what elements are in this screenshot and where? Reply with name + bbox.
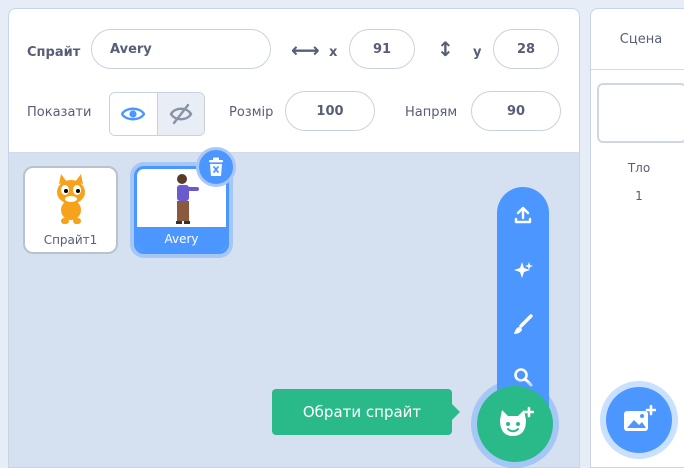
visibility-toggle: [109, 92, 205, 136]
avery-sprite-icon: [176, 174, 199, 224]
sprite-tile-label: Спрайт1: [43, 233, 98, 247]
show-label: Показати: [27, 105, 92, 120]
paint-icon: [514, 314, 533, 334]
delete-sprite-button[interactable]: [196, 147, 236, 187]
choose-sprite-tooltip: Обрати спрайт: [272, 389, 460, 435]
surprise-icon: [514, 262, 533, 278]
y-label: y: [473, 45, 482, 60]
hide-button[interactable]: [156, 93, 204, 135]
upload-icon: [514, 206, 532, 224]
backdrops-count: 1: [635, 189, 643, 203]
size-label: Розмір: [229, 105, 274, 120]
backdrop-plus-icon: [624, 405, 656, 431]
stage-thumbnail[interactable]: [597, 83, 684, 143]
y-input[interactable]: 28: [493, 29, 559, 69]
upload-sprite-button[interactable]: [497, 197, 549, 233]
stage-pane: Сцена Тло 1: [590, 8, 684, 468]
direction-input[interactable]: 90: [471, 91, 561, 131]
direction-label: Напрям: [405, 105, 458, 120]
sprite-tile-label: Avery: [137, 227, 226, 251]
x-input[interactable]: 91: [349, 29, 415, 69]
cat-plus-icon: [500, 406, 534, 436]
choose-backdrop-button[interactable]: [606, 387, 672, 453]
add-sprite-menu: [497, 187, 549, 409]
sprite-info-panel: Спрайт Avery ⟷ x 91 ↕ y 28 Показати Розм…: [9, 9, 579, 153]
size-input[interactable]: 100: [285, 91, 375, 131]
x-label: x: [329, 45, 338, 60]
choose-sprite-button[interactable]: [477, 386, 553, 462]
cat-sprite-icon: [57, 174, 85, 224]
stage-header: Сцена: [591, 9, 684, 70]
horizontal-arrows-icon: ⟷: [291, 38, 320, 62]
vertical-arrows-icon: ↕: [437, 37, 454, 61]
sprite-label: Спрайт: [27, 45, 81, 60]
backdrops-label: Тло: [627, 161, 651, 175]
sprite-tile[interactable]: Спрайт1: [23, 166, 118, 254]
surprise-sprite-button[interactable]: [497, 253, 549, 289]
trash-icon: [209, 157, 223, 176]
search-icon: [514, 368, 533, 387]
sprite-name-input[interactable]: Avery: [91, 29, 271, 69]
paint-sprite-button[interactable]: [497, 307, 549, 343]
eye-icon: [121, 107, 146, 121]
show-button[interactable]: [110, 93, 157, 135]
eye-slash-icon: [169, 103, 193, 125]
